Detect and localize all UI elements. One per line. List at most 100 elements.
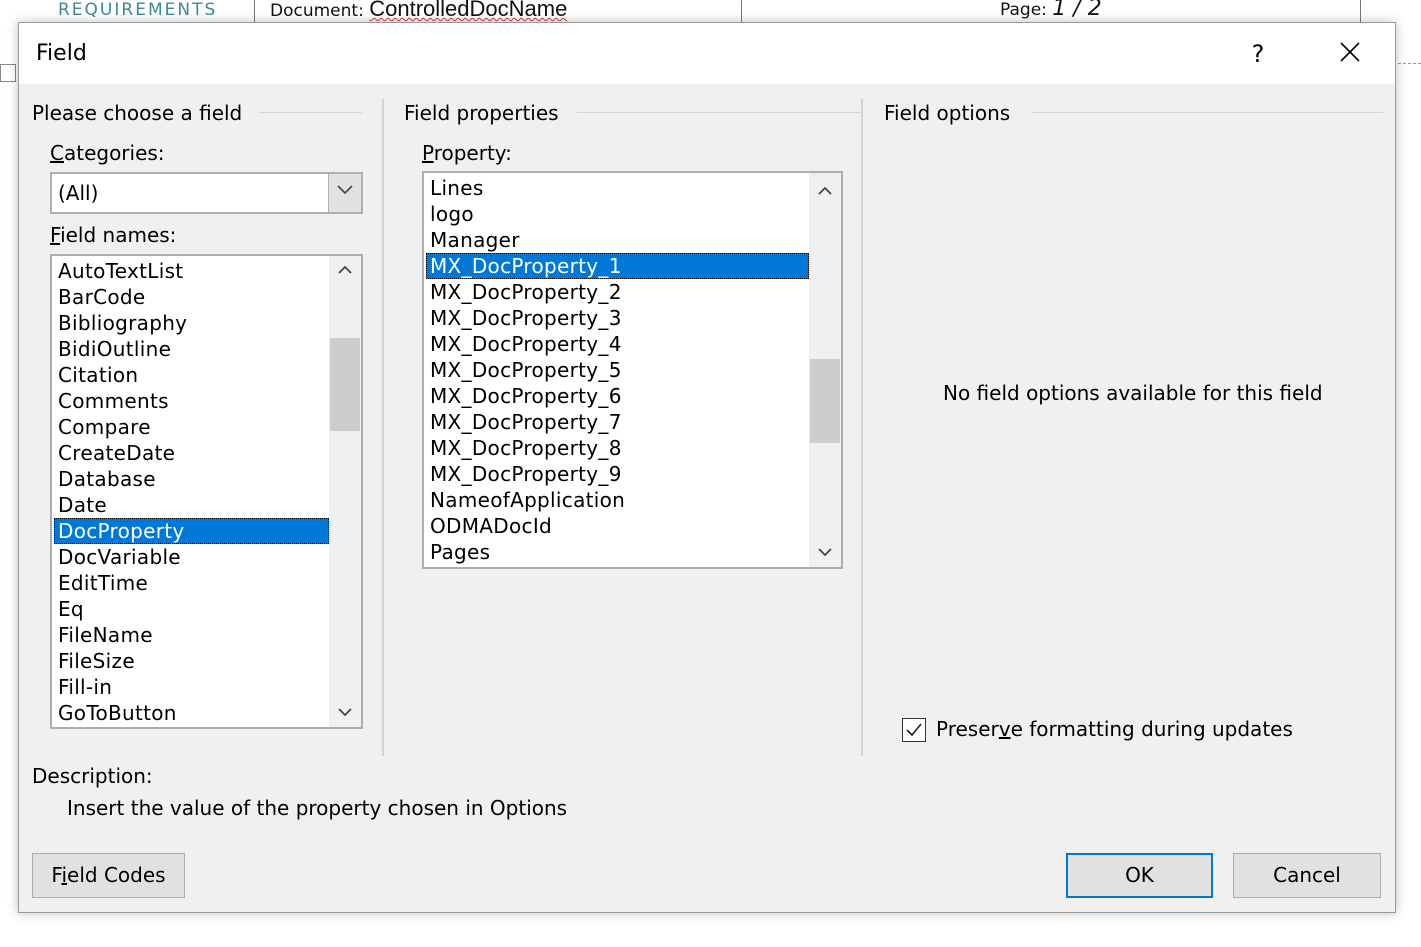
categories-label: Categories:: [50, 141, 165, 165]
document-name-value: ControlledDocName: [369, 0, 568, 21]
no-options-message: No field options available for this fiel…: [943, 381, 1323, 405]
field-options-group-title: Field options: [884, 101, 1011, 125]
chevron-down-icon: [337, 185, 353, 195]
document-name-cell: Document: ControlledDocName: [270, 0, 567, 22]
list-item[interactable]: MX_DocProperty_1: [426, 253, 809, 279]
description-text: Insert the value of the property chosen …: [67, 796, 568, 820]
list-item[interactable]: GoToButton: [54, 700, 329, 726]
table-border: [741, 0, 742, 22]
list-item[interactable]: Lines: [426, 175, 809, 201]
close-button[interactable]: [1326, 35, 1374, 71]
categories-label-text: ategories:: [63, 141, 165, 165]
requirements-heading: REQUIREMENTS: [58, 0, 218, 20]
property-scrollbar[interactable]: [809, 173, 841, 567]
dialog-title: Field: [36, 41, 87, 66]
page-value: 1 / 2: [1052, 0, 1102, 21]
property-label-accel: P: [422, 141, 434, 165]
field-names-label-accel: F: [50, 223, 61, 247]
list-item[interactable]: BidiOutline: [54, 336, 329, 362]
list-item[interactable]: NameofApplication: [426, 487, 809, 513]
scroll-thumb[interactable]: [330, 338, 360, 431]
column-separator: [382, 99, 384, 756]
property-listbox[interactable]: Pages ODMADocId NameofApplication MX_DocPro…: [422, 171, 843, 569]
list-item[interactable]: CreateDate: [54, 440, 329, 466]
field-names-scrollbar[interactable]: [329, 256, 361, 727]
document-label: Document:: [270, 1, 364, 21]
field-names-label-text: ield names:: [60, 223, 177, 247]
chevron-down-icon: [818, 548, 832, 557]
field-names-listbox[interactable]: GoToButton Fill-in FileSize FileName Eq EditT…: [50, 254, 363, 729]
list-item[interactable]: MX_DocProperty_2: [426, 279, 809, 305]
list-item[interactable]: MX_DocProperty_7: [426, 409, 809, 435]
list-item[interactable]: Compare: [54, 414, 329, 440]
field-codes-prefix: F: [51, 863, 62, 887]
table-border: [254, 0, 255, 22]
list-item[interactable]: MX_DocProperty_6: [426, 383, 809, 409]
chevron-up-icon: [818, 186, 832, 195]
list-item[interactable]: MX_DocProperty_4: [426, 331, 809, 357]
list-item[interactable]: EditTime: [54, 570, 329, 596]
group-divider: [577, 112, 862, 113]
preserve-label-prefix: Preser: [936, 717, 999, 741]
document-header-strip: REQUIREMENTS Document: ControlledDocName…: [0, 0, 1421, 22]
property-label: Property:: [422, 141, 512, 165]
field-dialog: Field ? Please choose a field Categories…: [18, 22, 1396, 913]
document-left-marker: [0, 64, 16, 82]
list-item[interactable]: Comments: [54, 388, 329, 414]
scroll-down-button[interactable]: [329, 699, 361, 727]
list-item[interactable]: Pages: [426, 539, 809, 565]
categories-value: (All): [58, 181, 99, 205]
description-label: Description:: [32, 764, 153, 788]
page-cell: Page: 1 / 2: [1000, 0, 1102, 21]
list-item[interactable]: ODMADocId: [426, 513, 809, 539]
preserve-label-accel: v: [998, 717, 1011, 741]
list-item[interactable]: FileSize: [54, 648, 329, 674]
column-separator: [861, 99, 863, 756]
list-item[interactable]: AutoTextList: [54, 258, 329, 284]
ok-button[interactable]: OK: [1066, 853, 1213, 898]
preserve-formatting-label[interactable]: Preserve formatting during updates: [936, 717, 1293, 741]
document-dashed-line: [1398, 63, 1421, 64]
list-item[interactable]: DocProperty: [54, 518, 329, 544]
help-button[interactable]: ?: [1238, 37, 1278, 71]
checkmark-icon: [906, 723, 922, 737]
property-label-text: roperty:: [433, 141, 512, 165]
categories-dropdown-button[interactable]: [328, 174, 361, 212]
scroll-up-button[interactable]: [809, 177, 841, 205]
list-item[interactable]: Bibliography: [54, 310, 329, 336]
scroll-up-button[interactable]: [329, 256, 361, 284]
preserve-label-suffix: e formatting during updates: [1010, 717, 1293, 741]
scroll-thumb[interactable]: [810, 359, 840, 443]
list-item[interactable]: Database: [54, 466, 329, 492]
chevron-up-icon: [338, 265, 352, 274]
close-icon: [1340, 42, 1360, 62]
preserve-formatting-checkbox[interactable]: [902, 718, 926, 742]
list-item[interactable]: Eq: [54, 596, 329, 622]
field-properties-group-title: Field properties: [404, 101, 559, 125]
list-item[interactable]: Date: [54, 492, 329, 518]
page-label: Page:: [1000, 0, 1047, 20]
group-divider: [259, 112, 362, 113]
field-names-label: Field names:: [50, 223, 176, 247]
list-item[interactable]: BarCode: [54, 284, 329, 310]
list-item[interactable]: MX_DocProperty_5: [426, 357, 809, 383]
categories-label-accel: C: [50, 141, 64, 165]
chevron-down-icon: [338, 708, 352, 717]
field-codes-button[interactable]: Field Codes: [32, 853, 185, 898]
list-item[interactable]: MX_DocProperty_9: [426, 461, 809, 487]
list-item[interactable]: Citation: [54, 362, 329, 388]
list-item[interactable]: MX_DocProperty_3: [426, 305, 809, 331]
list-item[interactable]: MX_DocProperty_8: [426, 435, 809, 461]
group-divider: [1031, 112, 1383, 113]
list-item[interactable]: logo: [426, 201, 809, 227]
list-item[interactable]: Manager: [426, 227, 809, 253]
field-codes-suffix: eld Codes: [67, 863, 166, 887]
choose-field-group-title: Please choose a field: [32, 101, 243, 125]
scroll-down-button[interactable]: [809, 539, 841, 567]
cancel-button[interactable]: Cancel: [1233, 853, 1381, 898]
list-item[interactable]: DocVariable: [54, 544, 329, 570]
list-item[interactable]: Fill-in: [54, 674, 329, 700]
list-item[interactable]: FileName: [54, 622, 329, 648]
dialog-titlebar: Field ?: [19, 23, 1395, 84]
categories-combobox[interactable]: (All): [50, 172, 363, 214]
